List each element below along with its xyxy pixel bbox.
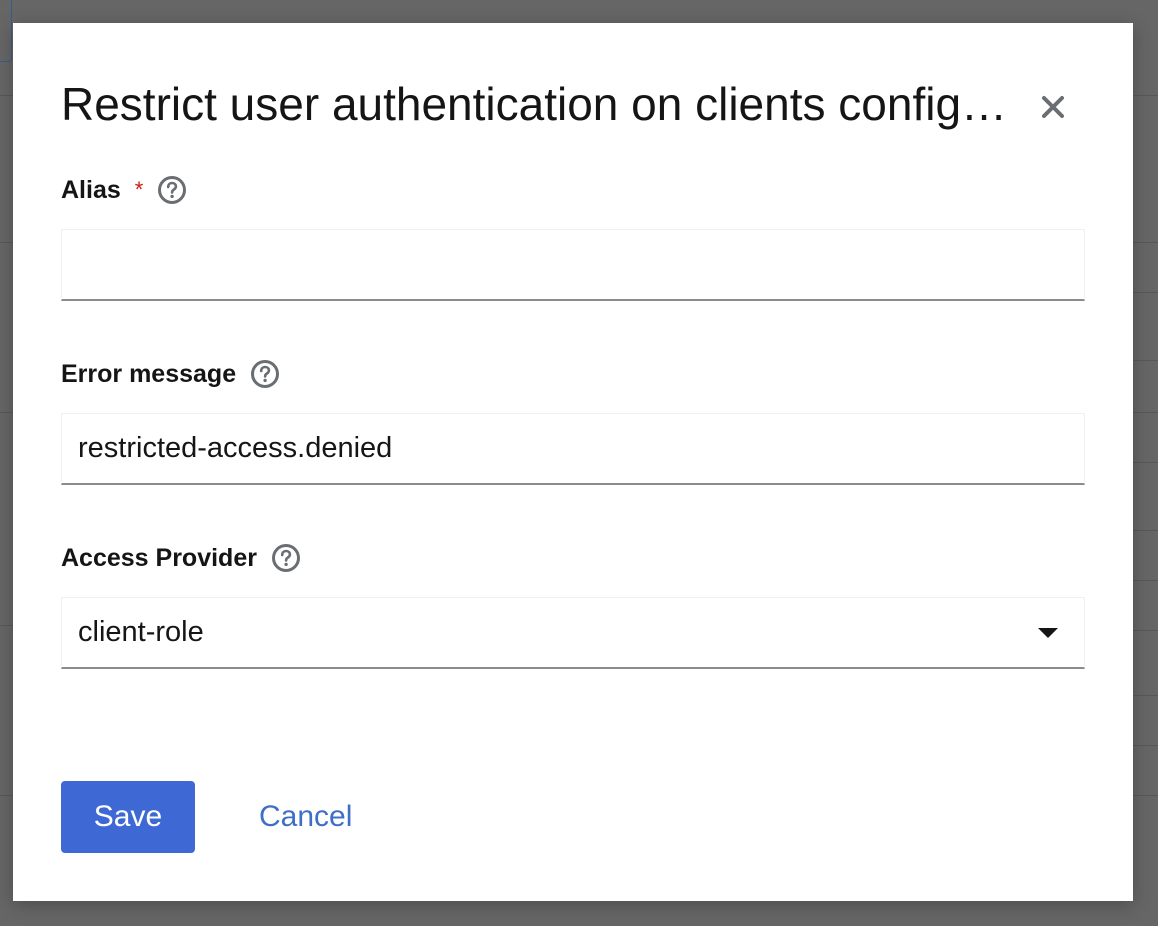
background-divider <box>1133 360 1158 361</box>
background-divider <box>0 412 13 413</box>
background-divider <box>1133 412 1158 413</box>
help-icon <box>158 176 187 204</box>
background-divider <box>1133 530 1158 531</box>
modal-title: Restrict user authentication on clients … <box>61 78 1011 130</box>
background-divider <box>1133 292 1158 293</box>
background-divider <box>1133 695 1158 696</box>
background-divider <box>0 795 13 796</box>
required-indicator: * <box>134 177 144 202</box>
error-message-input[interactable] <box>61 413 1085 485</box>
save-button[interactable]: Save <box>61 781 195 853</box>
access-provider-selected-value: client-role <box>78 616 204 648</box>
background-element <box>0 0 12 62</box>
background-divider <box>0 95 13 96</box>
error-message-label-group: Error message <box>61 359 280 389</box>
access-provider-label: Access Provider <box>61 543 257 572</box>
background-divider <box>1133 745 1158 746</box>
alias-label-group: Alias * <box>61 175 187 205</box>
background-divider <box>0 242 13 243</box>
background-divider <box>1133 580 1158 581</box>
help-icon <box>271 544 300 572</box>
background-divider <box>1133 795 1158 796</box>
background-divider <box>1133 630 1158 631</box>
modal-dialog: Restrict user authentication on clients … <box>13 23 1133 901</box>
error-message-help-icon[interactable] <box>250 359 280 389</box>
alias-label: Alias <box>61 175 121 204</box>
cancel-button[interactable]: Cancel <box>241 781 370 853</box>
alias-help-icon[interactable] <box>157 175 187 205</box>
caret-down-icon <box>1028 613 1068 653</box>
access-provider-select[interactable]: client-role <box>61 597 1085 669</box>
alias-input[interactable] <box>61 229 1085 301</box>
close-icon <box>1042 96 1064 118</box>
background-divider <box>1133 242 1158 243</box>
error-message-label: Error message <box>61 359 237 388</box>
access-provider-help-icon[interactable] <box>271 543 301 573</box>
help-icon <box>251 360 280 388</box>
background-divider <box>1133 462 1158 463</box>
background-divider <box>1133 95 1158 96</box>
access-provider-label-group: Access Provider <box>61 543 301 573</box>
background-divider <box>0 625 13 626</box>
close-button[interactable] <box>1033 87 1073 127</box>
